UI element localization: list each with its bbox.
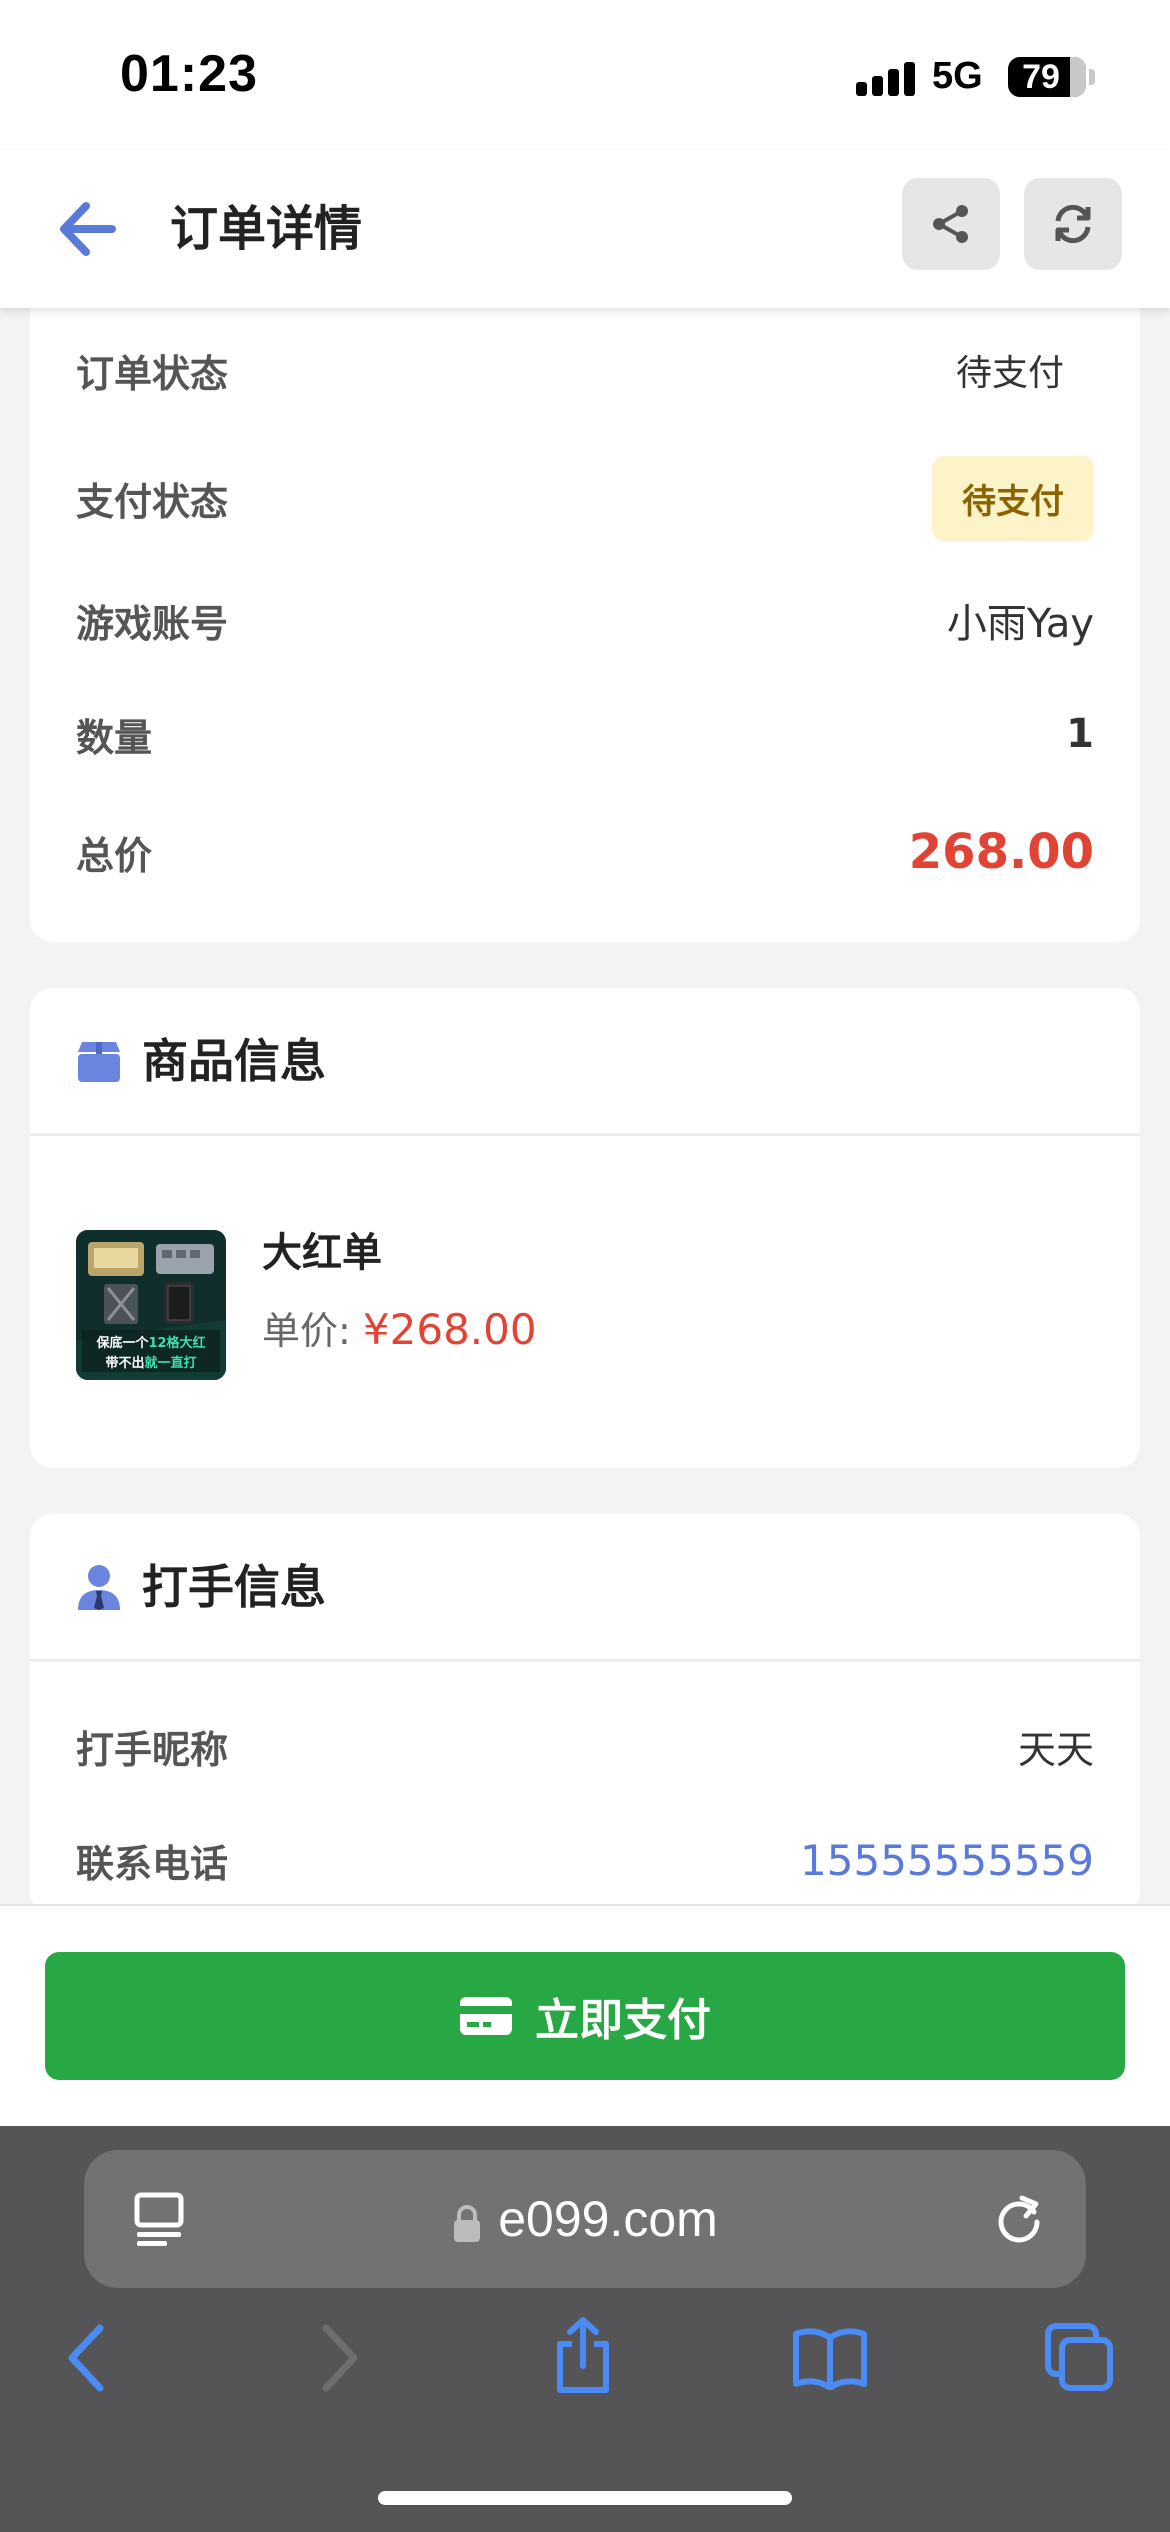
pay-now-label: 立即支付 [535,1995,711,2046]
booster-info-card: 打手信息 打手昵称 天天 联系电话 15555555559 [30,1514,1140,1914]
section-title: 商品信息 [142,1034,326,1088]
row-label: 游戏账号 [76,601,229,646]
network-label: 5G [932,55,983,97]
arrow-left-icon [60,202,116,256]
refresh-button[interactable] [1024,178,1122,270]
unit-price-label: 单价: [262,1309,351,1353]
unit-price-value: ¥268.00 [362,1305,537,1354]
browser-toolbar: e099.com [0,2126,1170,2532]
contact-phone-link[interactable]: 15555555559 [800,1836,1094,1885]
booster-nickname-row: 打手昵称 天天 [76,1706,1094,1786]
game-account-row: 游戏账号 小雨Yay [76,580,1094,660]
back-icon[interactable] [64,2322,108,2394]
row-label: 数量 [76,715,153,760]
box-icon [78,1042,120,1082]
thumb-text-line1: 保底一个12格大红 [95,1335,205,1351]
quantity-row: 数量 1 [76,694,1094,774]
row-label: 联系电话 [76,1841,229,1886]
section-title: 打手信息 [142,1560,326,1614]
pay-now-button[interactable]: 立即支付 [45,1952,1125,2080]
product-section-header: 商品信息 [30,988,1140,1136]
contact-phone-row: 联系电话 15555555559 [76,1820,1094,1900]
product-thumbnail[interactable]: 保底一个12格大红 带不出就一直打 [76,1230,226,1380]
product-name: 大红单 [262,1230,382,1276]
order-info-card: 订单状态 待支付 支付状态 待支付 游戏账号 小雨Yay 数量 1 总价 268… [30,290,1140,942]
product-unit-price: 单价: ¥268.00 [262,1300,537,1355]
product-info-card: 商品信息 保底一个12格大红 带不出就一直打 大红单 单价: ¥268.00 [30,988,1140,1468]
share-icon [933,205,968,243]
total-price-value: 268.00 [908,824,1094,880]
address-bar[interactable]: e099.com [84,2150,1086,2288]
thumb-text-line2: 带不出就一直打 [105,1355,196,1371]
battery-percent: 79 [1022,58,1060,96]
share-button[interactable] [902,178,1000,270]
quantity-value: 1 [1066,711,1094,757]
user-tie-icon [78,1565,120,1610]
signal-icon [856,60,916,96]
forward-icon[interactable] [318,2322,362,2394]
address-text-wrap: e099.com [84,2150,1086,2288]
back-button[interactable] [52,194,132,264]
pay-bar: 立即支付 [0,1904,1170,2126]
status-bar: 01:23 5G 79 [0,0,1170,150]
product-image: 保底一个12格大红 带不出就一直打 [76,1230,226,1380]
reload-icon[interactable] [992,2192,1046,2246]
page-title: 订单详情 [170,201,363,257]
booster-section-header: 打手信息 [30,1514,1140,1662]
game-account-value: 小雨Yay [946,601,1094,647]
row-label: 订单状态 [76,351,229,396]
total-price-row: 总价 268.00 [76,812,1094,892]
status-time: 01:23 [120,45,258,103]
row-label: 支付状态 [76,479,229,524]
lock-icon [454,2204,481,2242]
refresh-icon [1055,204,1091,244]
app-header: 订单详情 [0,150,1170,308]
tabs-icon[interactable] [1044,2322,1114,2392]
order-status-row: 订单状态 待支付 [76,330,1094,410]
row-label: 总价 [76,833,153,878]
battery-cap [1089,69,1095,85]
battery-icon: 79 [1008,57,1086,97]
url-text: e099.com [498,2191,718,2247]
bookmarks-icon[interactable] [792,2328,868,2390]
status-badge: 待支付 [932,455,1094,541]
booster-nickname-value: 天天 [1017,1727,1094,1772]
credit-card-icon [460,1997,512,2035]
share-sheet-icon[interactable] [552,2316,614,2394]
home-indicator[interactable] [378,2491,792,2505]
payment-status-row: 支付状态 待支付 [76,455,1094,541]
order-status-value: 待支付 [955,353,1064,394]
row-label: 打手昵称 [76,1727,229,1772]
